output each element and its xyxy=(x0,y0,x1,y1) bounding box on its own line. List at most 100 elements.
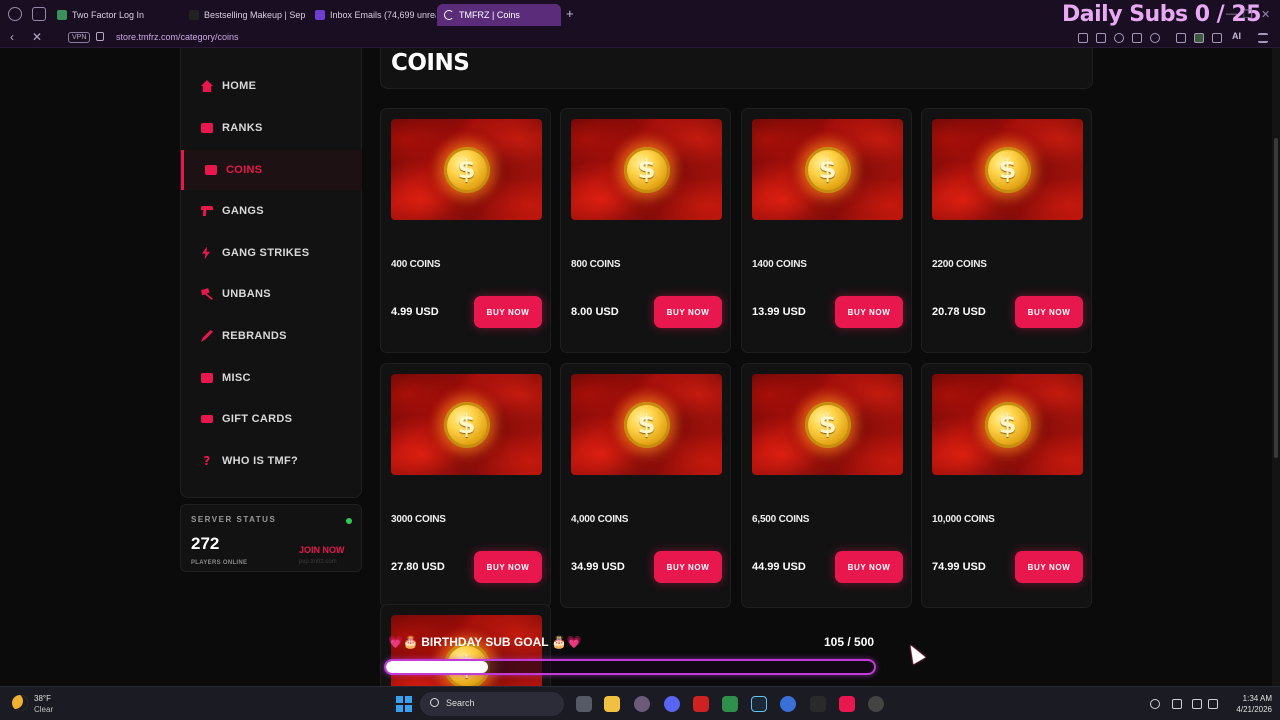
browser-menu-icon[interactable] xyxy=(8,7,22,21)
product-card[interactable]: $ 10,000 COINS 74.99 USD BUY NOW xyxy=(921,363,1092,608)
product-card[interactable]: $ 400 COINS 4.99 USD BUY NOW xyxy=(380,108,551,353)
sidebar-item-gang-strikes[interactable]: GANG STRIKES xyxy=(181,233,362,273)
scrollbar-thumb[interactable] xyxy=(1274,138,1278,458)
coin-icon: $ xyxy=(443,401,490,448)
server-status-card: SERVER STATUS 272 PLAYERS ONLINE JOIN NO… xyxy=(180,504,362,572)
profile-avatar-icon[interactable] xyxy=(1194,33,1204,43)
sidebar-item-home[interactable]: HOME xyxy=(181,66,362,106)
spreadsheet-app-icon[interactable] xyxy=(722,696,738,712)
shield-icon[interactable] xyxy=(1114,33,1124,43)
moon-weather-icon[interactable] xyxy=(12,695,28,711)
adobe-icon[interactable] xyxy=(810,696,826,712)
product-price: 44.99 USD xyxy=(752,561,806,573)
minimize-icon[interactable]: — xyxy=(1226,8,1237,20)
product-card[interactable]: $ 800 COINS 8.00 USD BUY NOW xyxy=(560,108,731,353)
product-image: $ xyxy=(571,374,722,475)
sidebar-item-gift-cards[interactable]: GIFT CARDS xyxy=(181,399,362,439)
browser-chrome: Two Factor Log In Bestselling Makeup | S… xyxy=(0,0,1280,48)
ai-button[interactable]: AI xyxy=(1232,31,1241,41)
tab-tmfrz-coins[interactable]: TMFRZ | Coins xyxy=(437,4,561,26)
tab-two-factor[interactable]: Two Factor Log In xyxy=(50,4,182,26)
search-label: Search xyxy=(446,698,475,708)
network-icon[interactable] xyxy=(1192,699,1202,709)
product-image: $ xyxy=(571,119,722,220)
close-icon[interactable]: ✕ xyxy=(1261,8,1270,21)
volume-icon[interactable] xyxy=(1208,699,1218,709)
buy-now-button[interactable]: BUY NOW xyxy=(654,296,722,328)
chevron-up-icon[interactable] xyxy=(1130,699,1140,709)
windows-start-icon[interactable] xyxy=(396,696,412,712)
buy-now-button[interactable]: BUY NOW xyxy=(1015,296,1083,328)
weather-condition[interactable]: Clear xyxy=(34,705,53,714)
lock-icon[interactable] xyxy=(96,32,104,41)
coin-icon: $ xyxy=(623,146,670,193)
online-dot-icon xyxy=(346,518,352,524)
buy-now-button[interactable]: BUY NOW xyxy=(835,551,903,583)
microphone-icon[interactable] xyxy=(1172,699,1182,709)
buy-now-button[interactable]: BUY NOW xyxy=(835,296,903,328)
buy-now-button[interactable]: BUY NOW xyxy=(474,296,542,328)
tab-inbox[interactable]: Inbox Emails (74,699 unread) xyxy=(308,4,436,26)
sidebar-item-gangs[interactable]: GANGS xyxy=(181,191,362,231)
snapshot-icon[interactable] xyxy=(1096,33,1106,43)
product-image: $ xyxy=(932,119,1083,220)
product-price: 74.99 USD xyxy=(932,561,986,573)
steam-icon[interactable] xyxy=(751,696,767,712)
product-card[interactable]: $ 1400 COINS 13.99 USD BUY NOW xyxy=(741,108,912,353)
crown-icon xyxy=(201,123,213,133)
coin-icon: $ xyxy=(804,401,851,448)
file-explorer-icon[interactable] xyxy=(604,696,620,712)
bolt-icon xyxy=(202,246,210,260)
sidebar-item-unbans[interactable]: UNBANS xyxy=(181,274,362,314)
browser-icon[interactable] xyxy=(780,696,796,712)
opera-gx-icon[interactable] xyxy=(634,696,650,712)
buy-now-button[interactable]: BUY NOW xyxy=(1015,551,1083,583)
product-card[interactable]: $ 4,000 COINS 34.99 USD BUY NOW xyxy=(560,363,731,608)
sidebar-item-coins[interactable]: COINS xyxy=(181,150,362,190)
tab-sephora[interactable]: Bestselling Makeup | Sephora xyxy=(182,4,306,26)
restore-icon[interactable]: ❐ xyxy=(1243,8,1253,21)
join-now-link[interactable]: JOIN NOW xyxy=(299,545,345,555)
sub-goal-progress-bar xyxy=(384,659,876,675)
buy-now-button[interactable]: BUY NOW xyxy=(474,551,542,583)
product-image: $ xyxy=(752,119,903,220)
video-app-icon[interactable] xyxy=(693,696,709,712)
weather-temp[interactable]: 38°F xyxy=(34,694,51,703)
clock-time[interactable]: 1:34 AM xyxy=(1230,694,1272,703)
play-icon[interactable] xyxy=(1132,33,1142,43)
product-card[interactable]: $ 2200 COINS 20.78 USD BUY NOW xyxy=(921,108,1092,353)
players-online-count: 272 xyxy=(191,534,220,553)
clock-date[interactable]: 4/21/2026 xyxy=(1222,705,1272,714)
onedrive-icon[interactable] xyxy=(1150,699,1160,709)
discord-icon[interactable] xyxy=(664,696,680,712)
server-address[interactable]: pvp.tmfrz.com xyxy=(299,559,337,565)
product-card[interactable]: $ 6,500 COINS 44.99 USD BUY NOW xyxy=(741,363,912,608)
product-image: $ xyxy=(391,119,542,220)
sidebar-item-misc[interactable]: MISC xyxy=(181,358,362,398)
back-icon[interactable]: ‹ xyxy=(10,30,14,44)
new-tab-button[interactable]: + xyxy=(566,6,574,21)
menu-icon[interactable] xyxy=(1258,33,1268,43)
sidebar-item-rebrands[interactable]: REBRANDS xyxy=(181,316,362,356)
product-image: $ xyxy=(391,374,542,475)
task-view-icon[interactable] xyxy=(576,696,592,712)
sidebar-item-ranks[interactable]: RANKS xyxy=(181,108,362,148)
workspaces-icon[interactable] xyxy=(32,7,46,21)
product-price: 4.99 USD xyxy=(391,306,439,318)
page-scrollbar[interactable] xyxy=(1272,48,1280,686)
taskbar: 38°F Clear Search 1:34 AM 4/21/2026 xyxy=(0,686,1280,720)
download-icon[interactable] xyxy=(1212,33,1222,43)
obs-icon[interactable] xyxy=(868,696,884,712)
bookmark-icon[interactable] xyxy=(1078,33,1088,43)
taskbar-search[interactable]: Search xyxy=(420,692,564,716)
heart-icon[interactable] xyxy=(1150,33,1160,43)
sidebar-item-who-is-tmf[interactable]: ? WHO IS TMF? xyxy=(181,441,362,481)
vpn-badge[interactable]: VPN xyxy=(68,32,91,43)
url-field[interactable]: store.tmfrz.com/category/coins xyxy=(116,32,239,42)
product-card[interactable]: $ 3000 COINS 27.80 USD BUY NOW xyxy=(380,363,551,608)
tiktok-icon[interactable] xyxy=(839,696,855,712)
stop-icon[interactable]: ✕ xyxy=(32,30,42,44)
buy-now-button[interactable]: BUY NOW xyxy=(654,551,722,583)
extensions-icon[interactable] xyxy=(1176,33,1186,43)
sub-goal-count: 105 / 500 xyxy=(824,635,875,649)
